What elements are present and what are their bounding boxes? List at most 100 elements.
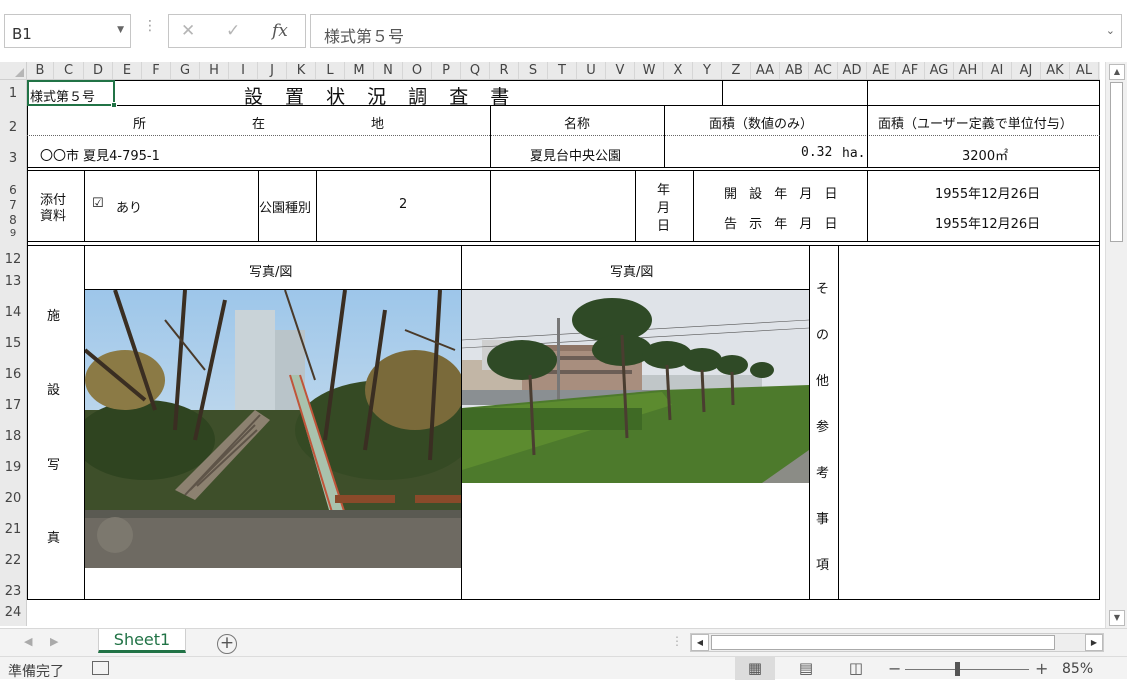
row-header[interactable]: 7 — [0, 198, 26, 212]
row-header[interactable]: 14 — [0, 305, 26, 320]
column-header[interactable]: Y — [693, 62, 722, 79]
row-header[interactable]: 18 — [0, 429, 26, 444]
column-header[interactable]: K — [287, 62, 316, 79]
prev-sheet-icon[interactable]: ◀ — [24, 635, 32, 648]
column-header[interactable]: AF — [896, 62, 925, 79]
next-sheet-icon[interactable]: ▶ — [50, 635, 58, 648]
zoom-level[interactable]: 85% — [1062, 661, 1093, 677]
column-header[interactable]: AE — [867, 62, 896, 79]
column-header[interactable]: C — [54, 62, 84, 79]
area-numeric-header: 面積（数値のみ） — [709, 117, 814, 132]
column-header[interactable]: E — [113, 62, 142, 79]
column-header[interactable]: B — [27, 62, 54, 79]
formula-input[interactable]: 様式第５号 ⌄ — [310, 14, 1122, 48]
attachment-label: 資料 — [40, 209, 67, 224]
column-header[interactable]: AC — [809, 62, 838, 79]
cancel-icon[interactable]: ✕ — [181, 21, 195, 41]
zoom-in-button[interactable]: + — [1035, 659, 1048, 678]
vertical-scroll-thumb[interactable] — [1110, 82, 1123, 242]
worksheet[interactable]: 様式第５号 設 置 状 況 調 査 書 所 在 地 名称 面積（数値のみ） 面積… — [27, 80, 1100, 626]
column-header[interactable]: R — [490, 62, 519, 79]
row-header[interactable]: 9 — [0, 228, 26, 239]
column-header[interactable]: I — [229, 62, 258, 79]
chevron-down-icon[interactable]: ⌄ — [1106, 24, 1115, 37]
row-header[interactable]: 21 — [0, 522, 26, 537]
column-header[interactable]: AK — [1041, 62, 1070, 79]
enter-icon[interactable]: ✓ — [226, 21, 240, 41]
row-header[interactable]: 2 — [0, 120, 26, 135]
column-header[interactable]: S — [519, 62, 548, 79]
column-header[interactable]: U — [577, 62, 606, 79]
row-header[interactable]: 8 — [0, 213, 26, 227]
column-header[interactable]: L — [316, 62, 345, 79]
column-header[interactable]: V — [606, 62, 635, 79]
page-break-icon[interactable]: ◫ — [836, 657, 876, 680]
column-header[interactable]: D — [84, 62, 113, 79]
fill-handle[interactable] — [111, 102, 117, 108]
add-sheet-icon[interactable]: + — [217, 634, 237, 654]
scroll-down-icon[interactable]: ▼ — [1109, 610, 1125, 626]
column-header[interactable]: T — [548, 62, 577, 79]
column-header[interactable]: AH — [954, 62, 983, 79]
zoom-slider[interactable] — [905, 669, 1029, 670]
row-header[interactable]: 19 — [0, 460, 26, 475]
park-type-value: 2 — [399, 197, 408, 212]
drag-handle-icon[interactable]: ⋮ — [671, 634, 683, 648]
horizontal-scroll-thumb[interactable] — [711, 635, 1055, 650]
column-header[interactable]: AB — [780, 62, 809, 79]
park-lawn-photo[interactable] — [462, 290, 809, 483]
row-header[interactable]: 23 — [0, 584, 26, 599]
vertical-scrollbar[interactable]: ▲ ▼ — [1105, 62, 1127, 628]
column-header[interactable]: N — [374, 62, 403, 79]
scroll-left-icon[interactable]: ◀ — [691, 634, 709, 651]
column-header[interactable]: AA — [751, 62, 780, 79]
checkbox-icon[interactable]: ☑ — [92, 196, 104, 211]
normal-view-icon[interactable]: ▦ — [735, 657, 775, 680]
scroll-right-icon[interactable]: ▶ — [1085, 634, 1103, 651]
attachment-value: あり — [116, 201, 143, 216]
column-header[interactable]: AI — [983, 62, 1012, 79]
zoom-slider-thumb[interactable] — [954, 662, 960, 676]
column-header[interactable]: AG — [925, 62, 954, 79]
row-header[interactable]: 3 — [0, 151, 26, 166]
column-header[interactable]: W — [635, 62, 664, 79]
row-header[interactable]: 15 — [0, 336, 26, 351]
location-value: 〇〇市 夏見4-795-1 — [40, 149, 160, 164]
tab-sheet1[interactable]: Sheet1 — [98, 629, 186, 653]
row-header[interactable]: 13 — [0, 274, 26, 289]
zoom-out-button[interactable]: − — [888, 659, 901, 678]
column-header[interactable]: J — [258, 62, 287, 79]
column-header[interactable]: Z — [722, 62, 751, 79]
row-header[interactable]: 12 — [0, 252, 26, 267]
column-header[interactable]: P — [432, 62, 461, 79]
column-header[interactable]: AD — [838, 62, 867, 79]
column-header[interactable]: F — [142, 62, 171, 79]
row-header[interactable]: 24 — [0, 605, 26, 620]
row-header[interactable]: 16 — [0, 367, 26, 382]
chevron-down-icon[interactable]: ▼ — [117, 25, 124, 35]
name-box[interactable]: B1 ▼ — [4, 14, 131, 48]
column-header[interactable]: AL — [1070, 62, 1099, 79]
row-header[interactable]: 20 — [0, 491, 26, 506]
column-header[interactable]: G — [171, 62, 200, 79]
horizontal-scrollbar[interactable]: ◀ ▶ — [690, 633, 1104, 652]
column-header[interactable]: O — [403, 62, 432, 79]
insert-function-icon[interactable]: fx — [272, 21, 288, 41]
name-box-value: B1 — [12, 25, 32, 43]
row-header[interactable]: 17 — [0, 398, 26, 413]
row-header[interactable]: 1 — [0, 86, 26, 101]
select-all-button[interactable] — [0, 62, 27, 80]
column-header[interactable]: Q — [461, 62, 490, 79]
column-header[interactable]: H — [200, 62, 229, 79]
column-header[interactable]: AJ — [1012, 62, 1041, 79]
scroll-up-icon[interactable]: ▲ — [1109, 64, 1125, 80]
column-header[interactable]: M — [345, 62, 374, 79]
row-header[interactable]: 6 — [0, 183, 26, 197]
playground-photo[interactable] — [85, 290, 461, 568]
drag-handle-icon[interactable]: ⋮ — [143, 18, 157, 34]
macro-record-icon[interactable] — [92, 661, 109, 675]
page-layout-icon[interactable]: ▤ — [786, 657, 826, 680]
status-bar: 準備完了 ▦ ▤ ◫ − + 85% — [0, 656, 1127, 680]
column-header[interactable]: X — [664, 62, 693, 79]
row-header[interactable]: 22 — [0, 553, 26, 568]
